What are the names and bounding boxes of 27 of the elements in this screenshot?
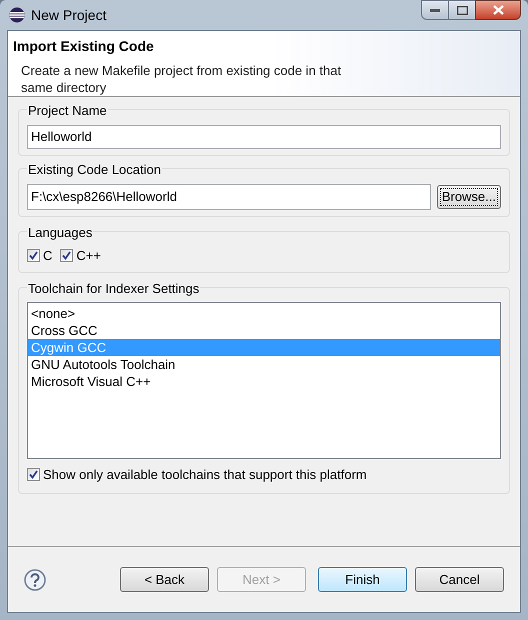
maximize-button[interactable] [449,0,475,20]
checkbox[interactable] [27,468,40,482]
browse-button[interactable]: Browse... [436,184,501,208]
maximize-icon [456,6,468,14]
dialog-button[interactable]: Cancel [415,567,504,592]
list-item[interactable]: Cross GCC [28,322,500,339]
location-field[interactable]: F:\cx\esp8266\Helloworld [27,184,431,210]
list-item[interactable]: GNU Autotools Toolchain [28,356,500,373]
minimize-icon [430,8,440,12]
window-title: New Project [31,6,106,25]
project-name-field[interactable]: Helloworld [27,124,501,148]
list-item[interactable]: <none> [28,305,500,322]
checkbox[interactable] [27,249,40,262]
page-title: Import Existing Code [13,37,155,56]
close-icon [492,5,504,15]
list-item[interactable]: Microsoft Visual C++ [28,373,500,390]
checkbox-label[interactable]: Show only available toolchains that support this platform [43,465,367,484]
checkbox-label[interactable]: C [43,246,52,266]
eclipse-logo-icon [9,7,25,23]
checkbox[interactable] [60,249,74,262]
help-icon[interactable] [24,568,46,590]
minimize-button[interactable] [421,0,449,20]
checkbox-label[interactable]: C++ [76,246,101,266]
dialog-button[interactable]: Finish [318,567,407,592]
dialog-button[interactable]: < Back [120,567,209,592]
page-description: Create a new Makefile project from existing code in that same directory [20,62,342,96]
close-button[interactable] [475,0,521,20]
